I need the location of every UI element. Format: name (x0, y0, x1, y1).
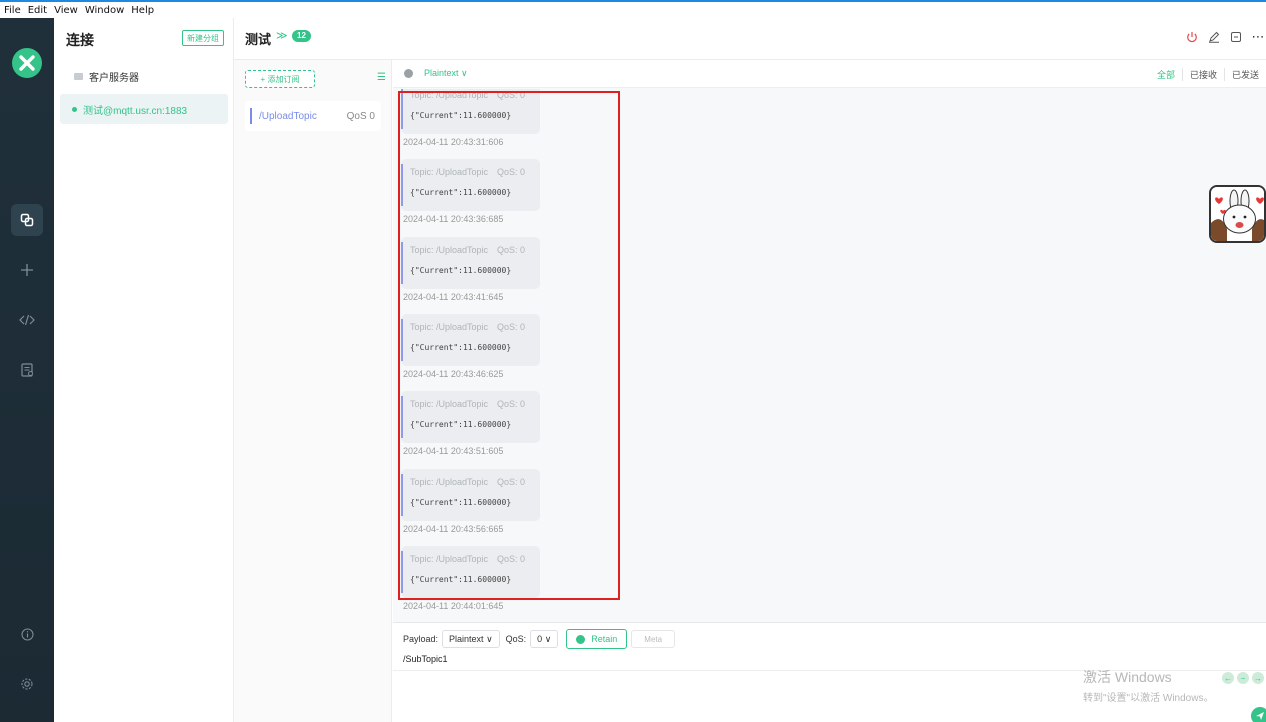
plus-icon[interactable] (11, 254, 43, 286)
windows-activation-watermark: 激活 Windows 转到"设置"以激活 Windows。 (1083, 667, 1213, 704)
qos-value: 0 (537, 634, 543, 644)
subscription-qos: QoS 0 (346, 110, 375, 122)
payload-format-value: Plaintext (424, 68, 459, 78)
subscription-topic: /UploadTopic (259, 110, 317, 122)
publish-payload-format-select[interactable]: Plaintext ∨ (442, 630, 500, 648)
tab-all[interactable]: 全部 (1150, 68, 1182, 81)
message-filter-tabs: 全部 已接收 已发送 (1150, 68, 1266, 81)
highlight-box (398, 91, 620, 600)
script-icon[interactable] (11, 304, 43, 336)
message-timestamp: 2024-04-11 20:44:01:645 (403, 600, 504, 611)
retain-toggle[interactable]: Retain (566, 629, 628, 649)
qos-select[interactable]: 0 ∨ (530, 630, 559, 648)
left-rail (0, 18, 54, 722)
status-circle-icon (404, 69, 413, 78)
topic-color-bar (250, 108, 252, 124)
connections-title: 连接 (66, 32, 94, 48)
log-icon[interactable] (11, 354, 43, 386)
tab-received[interactable]: 已接收 (1181, 68, 1224, 81)
chevron-double-down-icon[interactable]: ≫ (276, 29, 288, 42)
connection-item-active[interactable]: 测试@mqtt.usr.cn:1883 (60, 94, 228, 124)
connection-item-label: 测试@mqtt.usr.cn:1883 (83, 105, 188, 117)
menu-window[interactable]: Window (85, 5, 124, 16)
publish-options-row: Payload: Plaintext ∨ QoS: 0 ∨ Retain Met… (403, 629, 676, 649)
folder-icon (74, 73, 83, 80)
tab-sent[interactable]: 已发送 (1223, 68, 1266, 81)
minus-icon[interactable]: − (1237, 672, 1249, 684)
connection-header: 测试 ≫ 12 ⋯ (234, 18, 1266, 60)
retain-label: Retain (591, 634, 618, 644)
menu-help[interactable]: Help (131, 5, 154, 16)
publish-topic-input[interactable]: /SubTopic1 (403, 654, 448, 664)
connections-icon[interactable] (11, 204, 43, 236)
qos-label: QoS: (505, 634, 527, 644)
new-window-icon[interactable] (1228, 29, 1244, 45)
header-actions: ⋯ (1184, 29, 1266, 45)
menu-file[interactable]: File (4, 5, 21, 16)
new-group-button[interactable]: 新建分组 (182, 30, 224, 46)
menu-bar: File Edit View Window Help (0, 2, 1266, 18)
info-icon[interactable] (11, 618, 43, 650)
menu-edit[interactable]: Edit (28, 5, 47, 16)
check-circle-icon (576, 634, 586, 644)
disconnect-icon[interactable] (1184, 29, 1200, 45)
subscription-list-toggle-icon[interactable]: ☰ (377, 72, 386, 83)
sticker-image (1209, 185, 1266, 243)
payload-format-select[interactable]: Plaintext ∨ (424, 68, 468, 79)
payload-label: Payload: (403, 634, 439, 644)
add-subscription-button[interactable]: + 添加订阅 (245, 70, 315, 88)
message-count-badge: 12 (292, 30, 311, 42)
edit-icon[interactable] (1206, 29, 1222, 45)
arrow-left-icon[interactable]: ← (1222, 672, 1234, 684)
connections-panel: 连接 新建分组 客户服务器 测试@mqtt.usr.cn:1883 (54, 18, 234, 722)
mqttx-logo-icon (12, 48, 42, 78)
subscription-item[interactable]: /UploadTopic QoS 0 (245, 101, 381, 131)
send-button[interactable] (1251, 707, 1266, 722)
arrow-right-icon[interactable]: → (1252, 672, 1264, 684)
meta-button[interactable]: Meta (631, 630, 676, 648)
more-icon[interactable]: ⋯ (1250, 29, 1266, 45)
connection-group[interactable]: 客户服务器 (74, 69, 139, 84)
settings-icon[interactable] (11, 668, 43, 700)
connected-status-icon (72, 106, 77, 112)
history-nav: ← − → (1222, 672, 1264, 684)
menu-view[interactable]: View (54, 5, 78, 16)
message-toolbar: Plaintext ∨ 全部 已接收 已发送 (393, 60, 1266, 88)
connection-name: 测试 (245, 32, 272, 47)
connection-group-label: 客户服务器 (89, 73, 139, 84)
watermark-line2: 转到"设置"以激活 Windows。 (1083, 693, 1214, 704)
publish-payload-format-value: Plaintext (449, 634, 484, 644)
watermark-line1: 激活 Windows (1083, 669, 1172, 685)
